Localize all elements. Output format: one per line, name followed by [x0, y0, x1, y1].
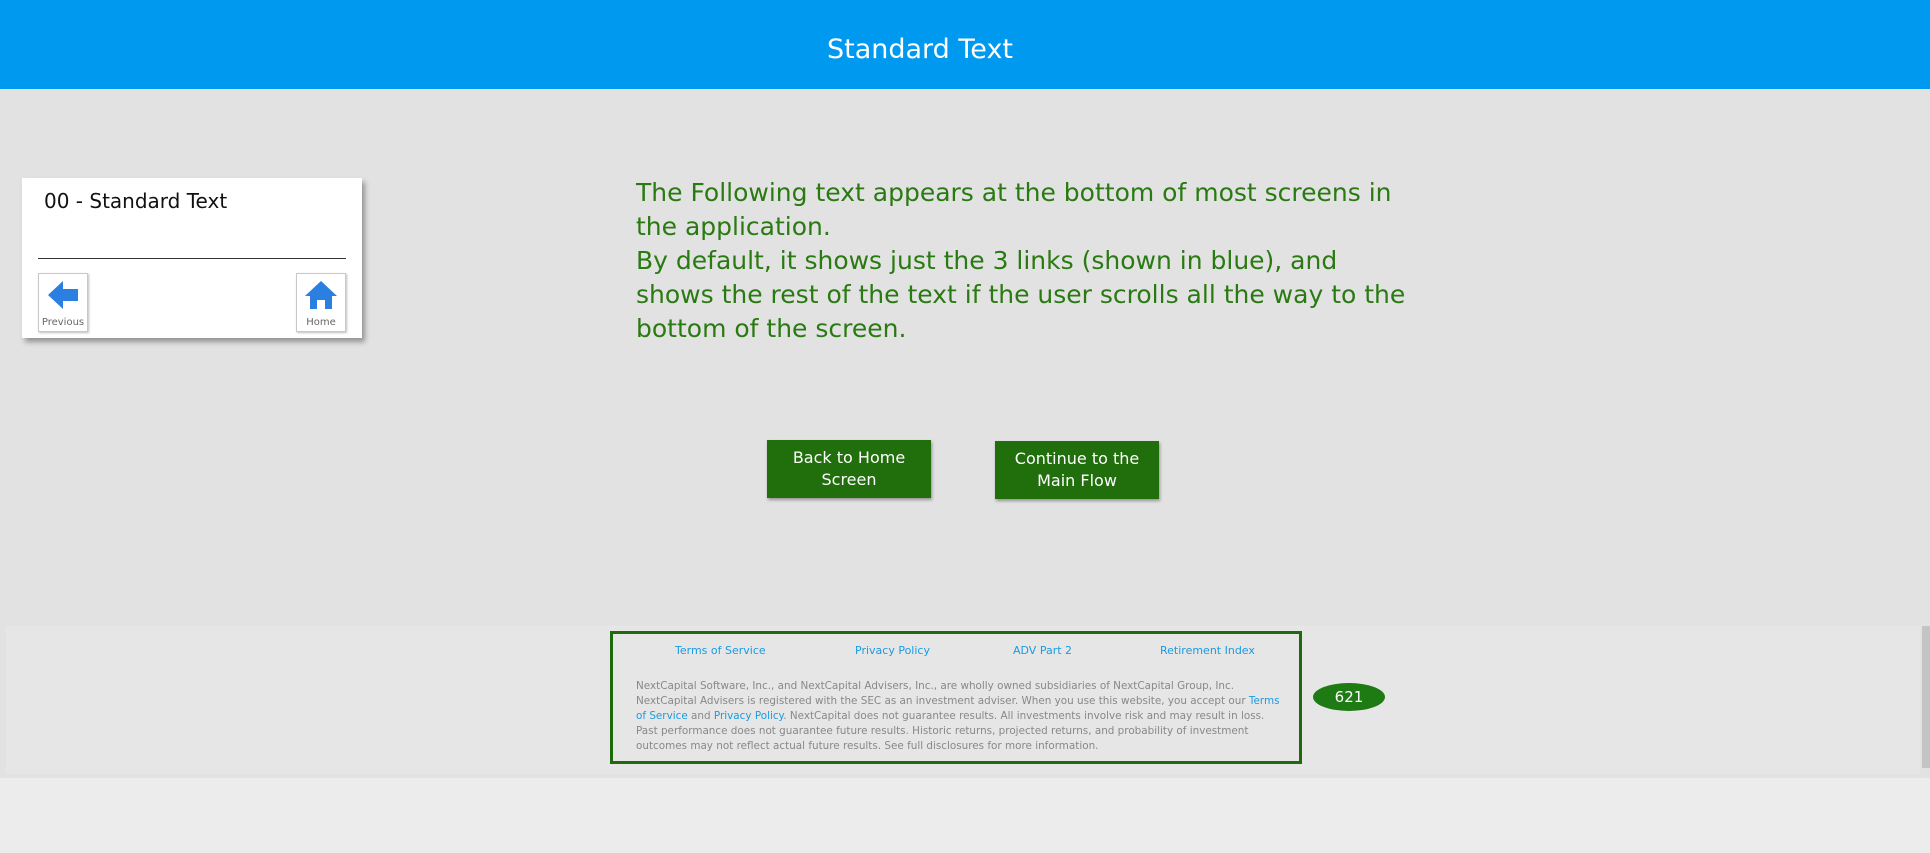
- intro-text: The Following text appears at the bottom…: [636, 176, 1416, 346]
- disclaimer-text: NextCapital Software, Inc., and NextCapi…: [636, 680, 1249, 707]
- continue-main-flow-button[interactable]: Continue to the Main Flow: [995, 441, 1159, 499]
- footer-links: Terms of Service Privacy Policy ADV Part…: [613, 644, 1299, 660]
- home-icon: [305, 281, 337, 309]
- home-button[interactable]: Home: [296, 273, 346, 332]
- arrow-left-icon: [48, 281, 78, 309]
- back-to-home-button[interactable]: Back to Home Screen: [767, 440, 931, 498]
- scrollbar[interactable]: [1922, 626, 1930, 768]
- home-label: Home: [306, 317, 336, 328]
- previous-label: Previous: [41, 317, 85, 328]
- intro-line-2: By default, it shows just the 3 links (s…: [636, 246, 1406, 343]
- terms-of-service-link[interactable]: Terms of Service: [675, 644, 766, 657]
- screen-nav-card: 00 - Standard Text Previous Home: [22, 178, 362, 338]
- intro-line-1: The Following text appears at the bottom…: [636, 178, 1392, 241]
- disclaimer-privacy-link[interactable]: Privacy Policy: [714, 710, 783, 722]
- previous-button[interactable]: Previous: [38, 273, 88, 332]
- header-bar: Standard Text: [0, 0, 1930, 89]
- screen-number-badge: 621: [1313, 683, 1385, 711]
- footer-disclaimer: NextCapital Software, Inc., and NextCapi…: [636, 679, 1286, 754]
- page-title: Standard Text: [826, 34, 1014, 65]
- retirement-index-link[interactable]: Retirement Index: [1160, 644, 1255, 657]
- privacy-policy-link[interactable]: Privacy Policy: [855, 644, 930, 657]
- screen-title: 00 - Standard Text: [44, 189, 228, 213]
- disclaimer-and: and: [687, 710, 714, 722]
- divider: [38, 258, 346, 259]
- adv-part-2-link[interactable]: ADV Part 2: [1013, 644, 1072, 657]
- standard-footer: Terms of Service Privacy Policy ADV Part…: [610, 631, 1302, 764]
